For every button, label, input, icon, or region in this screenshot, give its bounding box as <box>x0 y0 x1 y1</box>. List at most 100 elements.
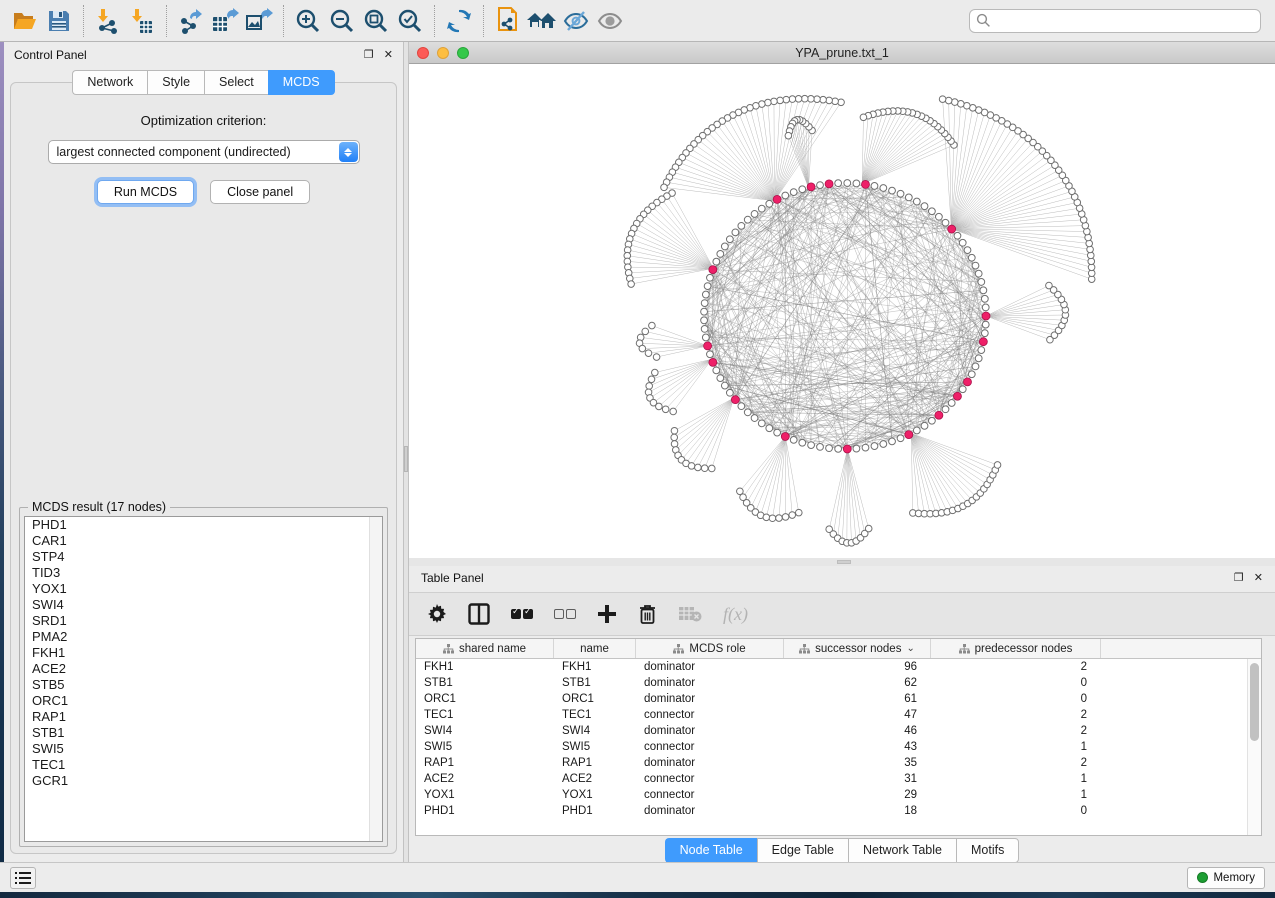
import-table-icon[interactable] <box>125 4 159 38</box>
cell-successor-nodes[interactable]: 43 <box>784 739 931 755</box>
cell-shared-name[interactable]: YOX1 <box>416 787 554 803</box>
cell-mcds-role[interactable]: dominator <box>636 723 784 739</box>
cell-name[interactable]: YOX1 <box>554 787 636 803</box>
cell-mcds-role[interactable]: connector <box>636 739 784 755</box>
table-row[interactable]: STB1STB1dominator620 <box>416 675 1247 691</box>
column-header-shared-name[interactable]: shared name <box>416 639 554 658</box>
maximize-window-icon[interactable] <box>457 47 469 59</box>
cell-mcds-role[interactable]: dominator <box>636 803 784 819</box>
zoom-fit-icon[interactable] <box>359 4 393 38</box>
mcds-node-item[interactable]: FKH1 <box>25 645 382 661</box>
open-file-icon[interactable] <box>8 4 42 38</box>
mcds-node-item[interactable]: GCR1 <box>25 773 382 789</box>
mcds-node-item[interactable]: ACE2 <box>25 661 382 677</box>
save-session-icon[interactable] <box>42 4 76 38</box>
cell-shared-name[interactable]: FKH1 <box>416 659 554 675</box>
cell-predecessor-nodes[interactable]: 1 <box>931 739 1101 755</box>
tab-edge-table[interactable]: Edge Table <box>757 838 848 863</box>
float-panel-icon[interactable]: ❐ <box>1234 573 1244 584</box>
hide-details-icon[interactable] <box>559 4 593 38</box>
cell-predecessor-nodes[interactable]: 0 <box>931 803 1101 819</box>
refresh-layout-icon[interactable] <box>442 4 476 38</box>
cell-predecessor-nodes[interactable]: 0 <box>931 675 1101 691</box>
zoom-in-icon[interactable] <box>291 4 325 38</box>
cell-shared-name[interactable]: ORC1 <box>416 691 554 707</box>
cell-successor-nodes[interactable]: 35 <box>784 755 931 771</box>
tab-mcds[interactable]: MCDS <box>268 70 335 95</box>
mcds-node-item[interactable]: SWI5 <box>25 741 382 757</box>
network-canvas[interactable] <box>409 64 1275 558</box>
table-row[interactable]: PHD1PHD1dominator180 <box>416 803 1247 819</box>
table-row[interactable]: ORC1ORC1dominator610 <box>416 691 1247 707</box>
mcds-node-item[interactable]: ORC1 <box>25 693 382 709</box>
minimize-window-icon[interactable] <box>437 47 449 59</box>
cell-shared-name[interactable]: PHD1 <box>416 803 554 819</box>
cell-name[interactable]: SWI4 <box>554 723 636 739</box>
cell-name[interactable]: RAP1 <box>554 755 636 771</box>
cell-mcds-role[interactable]: dominator <box>636 691 784 707</box>
cell-shared-name[interactable]: ACE2 <box>416 771 554 787</box>
delete-column-icon[interactable] <box>638 599 657 629</box>
table-row[interactable]: SWI5SWI5connector431 <box>416 739 1247 755</box>
run-mcds-button[interactable]: Run MCDS <box>97 180 194 204</box>
zoom-out-icon[interactable] <box>325 4 359 38</box>
export-table-icon[interactable] <box>208 4 242 38</box>
cell-successor-nodes[interactable]: 96 <box>784 659 931 675</box>
cell-mcds-role[interactable]: connector <box>636 707 784 723</box>
deselect-all-check-icon[interactable] <box>554 599 576 629</box>
memory-button[interactable]: Memory <box>1187 867 1265 889</box>
cell-name[interactable]: SWI5 <box>554 739 636 755</box>
cell-successor-nodes[interactable]: 62 <box>784 675 931 691</box>
horizontal-splitter[interactable] <box>409 558 1275 566</box>
select-all-check-icon[interactable] <box>511 599 533 629</box>
show-details-icon[interactable] <box>593 4 627 38</box>
splitter-grip[interactable] <box>837 560 851 564</box>
cell-successor-nodes[interactable]: 61 <box>784 691 931 707</box>
mcds-node-item[interactable]: SRD1 <box>25 613 382 629</box>
export-network-icon[interactable] <box>174 4 208 38</box>
search-input[interactable] <box>995 14 1254 28</box>
cell-name[interactable]: ACE2 <box>554 771 636 787</box>
cell-name[interactable]: ORC1 <box>554 691 636 707</box>
zoom-selected-icon[interactable] <box>393 4 427 38</box>
mcds-node-item[interactable]: PMA2 <box>25 629 382 645</box>
mcds-node-item[interactable]: STP4 <box>25 549 382 565</box>
task-history-button[interactable] <box>10 867 36 889</box>
mcds-node-item[interactable]: YOX1 <box>25 581 382 597</box>
cell-successor-nodes[interactable]: 46 <box>784 723 931 739</box>
column-header-predecessor-nodes[interactable]: predecessor nodes <box>931 639 1101 658</box>
mcds-list-scrollbar[interactable] <box>369 517 382 841</box>
table-row[interactable]: YOX1YOX1connector291 <box>416 787 1247 803</box>
table-options-gear-icon[interactable] <box>427 599 447 629</box>
cell-shared-name[interactable]: TEC1 <box>416 707 554 723</box>
tab-motifs[interactable]: Motifs <box>956 838 1019 863</box>
network-clipboard-icon[interactable] <box>491 4 525 38</box>
mcds-node-item[interactable]: TEC1 <box>25 757 382 773</box>
cell-predecessor-nodes[interactable]: 1 <box>931 787 1101 803</box>
splitter-grip[interactable] <box>404 446 408 472</box>
mcds-node-item[interactable]: CAR1 <box>25 533 382 549</box>
mcds-node-item[interactable]: SWI4 <box>25 597 382 613</box>
mcds-node-item[interactable]: TID3 <box>25 565 382 581</box>
cell-shared-name[interactable]: RAP1 <box>416 755 554 771</box>
column-header-name[interactable]: name <box>554 639 636 658</box>
mcds-result-list[interactable]: PHD1CAR1STP4TID3YOX1SWI4SRD1PMA2FKH1ACE2… <box>24 516 383 842</box>
cell-mcds-role[interactable]: connector <box>636 771 784 787</box>
float-panel-icon[interactable]: ❐ <box>364 50 374 61</box>
column-header-successor-nodes[interactable]: successor nodes⌄ <box>784 639 931 658</box>
tab-style[interactable]: Style <box>147 70 204 95</box>
cell-predecessor-nodes[interactable]: 0 <box>931 691 1101 707</box>
cell-name[interactable]: PHD1 <box>554 803 636 819</box>
cell-mcds-role[interactable]: dominator <box>636 755 784 771</box>
cell-shared-name[interactable]: SWI5 <box>416 739 554 755</box>
cell-name[interactable]: STB1 <box>554 675 636 691</box>
add-column-icon[interactable] <box>597 599 617 629</box>
table-row[interactable]: TEC1TEC1connector472 <box>416 707 1247 723</box>
cell-successor-nodes[interactable]: 31 <box>784 771 931 787</box>
cell-predecessor-nodes[interactable]: 2 <box>931 659 1101 675</box>
scrollbar-thumb[interactable] <box>1250 663 1259 741</box>
table-row[interactable]: SWI4SWI4dominator462 <box>416 723 1247 739</box>
network-graph[interactable] <box>409 64 1275 558</box>
cell-predecessor-nodes[interactable]: 2 <box>931 723 1101 739</box>
cell-predecessor-nodes[interactable]: 2 <box>931 707 1101 723</box>
